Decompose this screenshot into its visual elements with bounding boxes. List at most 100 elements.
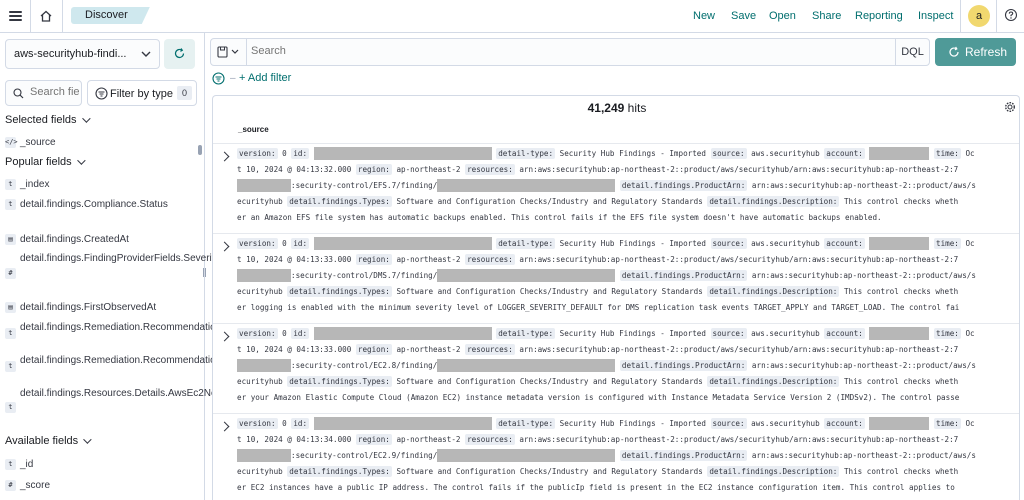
field-value: Oc [965,329,975,338]
field-key: time: [934,238,961,249]
filter-options-icon[interactable] [212,72,225,85]
field-name: detail.findings.CreatedAt [20,234,129,245]
field-value: arn:aws:securityhub:ap-northeast-2::prod… [751,361,976,370]
field-name: detail.findings.FindingProviderFields.Se… [20,253,273,264]
field-value: :security-control/DMS.7/finding/ [291,271,438,280]
field-key: detail.findings.ProductArn: [619,270,748,281]
redacted-value [869,416,930,430]
divider: – [230,73,236,84]
number-type-icon: # [5,480,16,491]
field-value: ap-northeast-2 [396,435,461,444]
doc-line: :security-control/DMS.7/finding/ detail.… [237,268,1017,284]
index-pattern-label: aws-securityhub-findi... [14,48,127,60]
new-link[interactable]: New [693,10,715,22]
field-value: 0 [282,419,287,428]
field-key: detail.findings.Description: [707,376,840,387]
search-input[interactable] [251,45,851,57]
expand-chevron-icon[interactable] [219,151,230,162]
expand-chevron-icon[interactable] [219,241,230,252]
saved-query-button[interactable] [211,39,247,65]
field-value: arn:aws:securityhub:ap-northeast-2::prod… [519,255,959,264]
menu-icon[interactable] [6,6,26,26]
doc-line: version: 0 id: detail-type: Security Hub… [237,326,1017,342]
number-type-icon: # [5,268,16,279]
field-name: _index [20,179,50,190]
doc-line: er an Amazon EFS file system has automat… [237,210,1017,226]
reporting-link[interactable]: Reporting [855,10,903,22]
field-name: detail.findings.Compliance.Status [20,199,168,210]
source-column-header[interactable]: _source [238,125,269,134]
expand-chevron-icon[interactable] [219,421,230,432]
redacted-value [313,416,492,430]
field-value: ecurityhub [237,197,283,206]
doc-line: t 10, 2024 @ 04:13:33.000 region: ap-nor… [237,252,1017,268]
doc-line: ecurityhub detail.findings.Types: Softwa… [237,284,1017,300]
query-bar: DQL [210,38,930,66]
field-value: This control checks wheth [843,467,959,476]
field-key: detail.findings.Types: [287,466,392,477]
divider [30,0,31,33]
doc-line: er your Amazon Elastic Compute Cloud (Am… [237,390,1017,406]
string-type-icon: t [5,199,16,210]
sidebar-scrollbar[interactable] [198,145,202,155]
filter-by-type-button[interactable]: Filter by type 0 [87,80,197,106]
field-key: region: [355,344,392,355]
field-key: detail-type: [496,418,556,429]
redacted-value [869,326,930,340]
string-type-icon: t [5,328,16,339]
source-type-icon: </> [5,137,18,148]
chevron-down-icon [141,51,151,57]
index-pattern-select[interactable]: aws-securityhub-findi... [5,39,160,69]
help-icon[interactable] [1004,8,1018,22]
share-link[interactable]: Share [812,10,841,22]
breadcrumb-discover[interactable]: Discover [71,7,150,24]
add-filter-link[interactable]: + Add filter [239,72,291,84]
field-key: account: [824,238,865,249]
sidebar-resize-handle[interactable] [203,268,206,277]
redacted-value [437,178,616,192]
popular-fields-header[interactable]: Popular fields [5,156,86,168]
doc-line: er logging is enabled with the minimum s… [237,300,1017,316]
field-value: aws.securityhub [751,149,820,158]
query-language-toggle[interactable]: DQL [895,39,929,65]
reload-fields-button[interactable] [164,39,195,69]
string-type-icon: t [5,179,16,190]
available-fields-header[interactable]: Available fields [5,435,92,447]
redacted-value [237,448,291,462]
redacted-value [237,268,291,282]
expand-chevron-icon[interactable] [219,331,230,342]
home-icon[interactable] [36,6,56,26]
field-search-input[interactable] [5,80,82,106]
field-value: t 10, 2024 @ 04:13:34.000 [237,435,352,444]
redacted-value [869,236,930,250]
redacted-value [437,448,616,462]
field-value: arn:aws:securityhub:ap-northeast-2::prod… [751,451,976,460]
selected-fields-header[interactable]: Selected fields [5,114,91,126]
doc-line: ecurityhub detail.findings.Types: Softwa… [237,374,1017,390]
inspect-link[interactable]: Inspect [918,10,953,22]
refresh-icon [174,48,185,59]
field-key: account: [824,328,865,339]
avatar[interactable]: a [968,5,990,27]
field-key: resources: [465,164,515,175]
save-link[interactable]: Save [731,10,756,22]
field-key: version: [237,148,278,159]
field-search-text[interactable] [30,86,80,98]
field-value: Security Hub Findings - Imported [559,419,706,428]
field-key: detail.findings.ProductArn: [619,450,748,461]
field-value: This control checks wheth [843,197,959,206]
filter-by-type-label: Filter by type [110,88,173,100]
hits-label: hits [627,101,647,115]
open-link[interactable]: Open [769,10,796,22]
divider [960,0,961,33]
refresh-button[interactable]: Refresh [935,38,1016,66]
redacted-value [313,326,492,340]
gear-icon[interactable] [1004,101,1016,113]
top-nav-bar: Discover New Save Open Share Reporting I… [0,0,1024,33]
divider [996,0,997,33]
field-value: 0 [282,329,287,338]
field-value: ecurityhub [237,467,283,476]
field-name: _id [20,459,34,470]
field-value: aws.securityhub [751,329,820,338]
table-row: version: 0 id: detail-type: Security Hub… [213,233,1019,323]
